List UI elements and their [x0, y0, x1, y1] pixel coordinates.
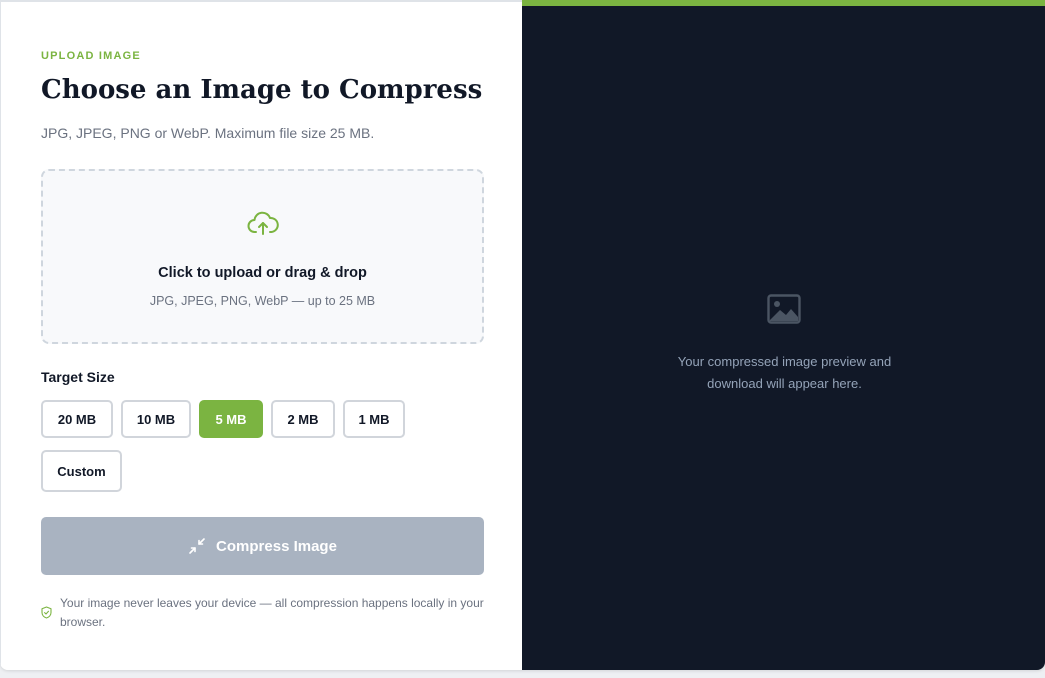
upload-dropzone[interactable]: Click to upload or drag & drop JPG, JPEG…	[41, 169, 484, 344]
page-title: Choose an Image to Compress	[41, 75, 483, 105]
section-eyebrow: UPLOAD IMAGE	[41, 50, 141, 62]
image-icon	[767, 294, 801, 324]
privacy-text: Your image never leaves your device — al…	[60, 596, 484, 629]
dropzone-subtitle: JPG, JPEG, PNG, WebP — up to 25 MB	[149, 294, 376, 308]
compressor-card: UPLOAD IMAGE Choose an Image to Compress…	[0, 0, 1045, 670]
size-option-2mb[interactable]: 2 MB	[271, 400, 335, 438]
preview-panel: Your compressed image preview and downlo…	[522, 0, 1045, 670]
size-option-1mb[interactable]: 1 MB	[343, 400, 405, 438]
privacy-note: Your image never leaves your device — al…	[41, 594, 486, 632]
size-option-custom[interactable]: Custom	[41, 450, 122, 492]
size-option-5mb[interactable]: 5 MB	[199, 400, 263, 438]
upload-subtitle: JPG, JPEG, PNG or WebP. Maximum file siz…	[41, 125, 375, 141]
cloud-upload-icon	[247, 211, 279, 235]
compress-image-button[interactable]: Compress Image	[41, 517, 484, 575]
target-size-label: Target Size	[41, 369, 115, 385]
compress-button-label: Compress Image	[216, 537, 337, 555]
dropzone-title: Click to upload or drag & drop	[158, 265, 367, 281]
size-option-20mb[interactable]: 20 MB	[41, 400, 113, 438]
compress-arrows-icon	[189, 538, 205, 554]
shield-check-icon	[41, 606, 52, 619]
size-option-10mb[interactable]: 10 MB	[121, 400, 191, 438]
preview-placeholder-text: Your compressed image preview and downlo…	[677, 354, 892, 391]
upload-panel: UPLOAD IMAGE Choose an Image to Compress…	[0, 0, 522, 670]
